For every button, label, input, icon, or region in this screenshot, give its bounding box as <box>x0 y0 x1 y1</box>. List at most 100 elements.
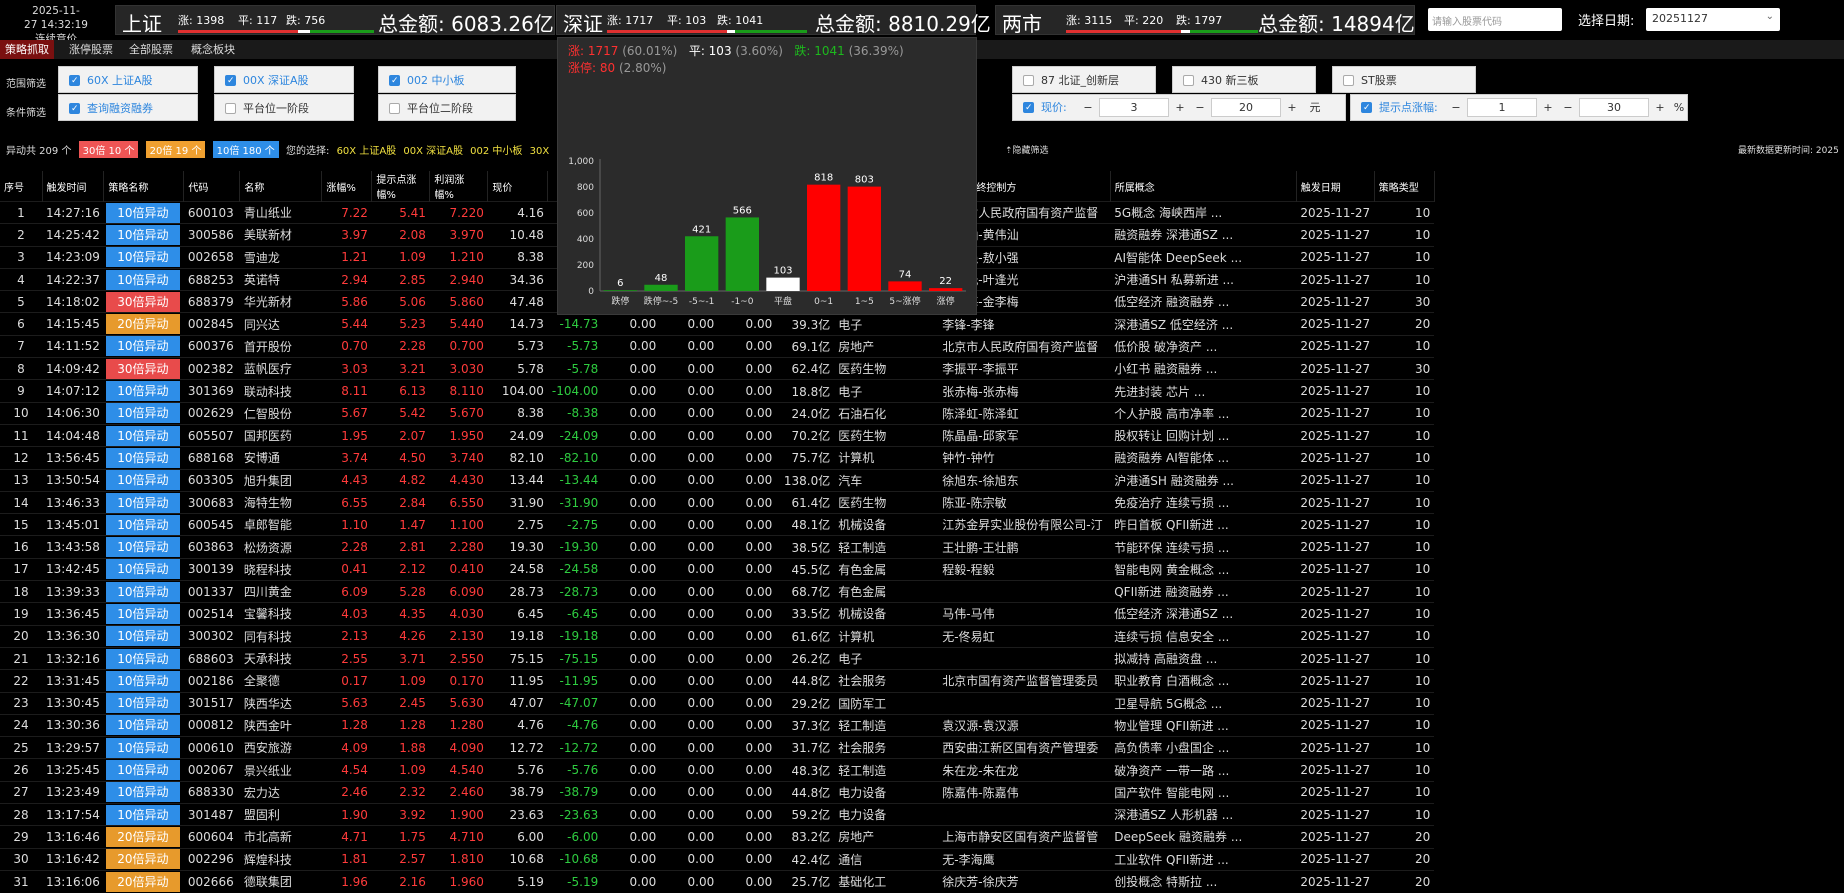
stock-name: 华光新材 <box>239 290 322 313</box>
hide-filter-toggle[interactable]: ⇡隐藏筛选 <box>1005 143 1049 156</box>
badge-30x[interactable]: 30倍 10 个 <box>78 141 139 158</box>
bar-7[interactable] <box>888 281 922 291</box>
stock-search-input[interactable]: 请输入股票代码 <box>1428 8 1562 31</box>
strategy-badge: 10倍异动 <box>105 737 180 758</box>
tab-strategy[interactable]: 策略抓取 <box>0 40 54 59</box>
table-row[interactable]: 14 13:46:33 10倍异动 300683 海特生物 6.55 2.84 6.550 31… <box>0 490 1435 514</box>
table-row[interactable]: 31 13:16:06 20倍异动 002666 德联集团 1.96 2.16 1.960 5.… <box>0 869 1435 893</box>
filter-430[interactable]: 430 新三板 <box>1172 66 1316 93</box>
selected-item: 002 中小板 <box>470 146 523 157</box>
price-checkbox[interactable]: 现价: <box>1013 94 1077 122</box>
tab-concept[interactable]: 概念板块 <box>186 40 240 59</box>
bar-3[interactable] <box>725 217 760 291</box>
hint-min-increment[interactable]: + <box>1539 95 1557 120</box>
filter-label: 平台位一阶段 <box>243 102 309 115</box>
profit-change-pct: 1.900 <box>429 803 488 826</box>
column-header[interactable]: 涨幅% <box>321 171 373 202</box>
table-row[interactable]: 16 13:43:58 10倍异动 603863 松炀资源 2.28 2.81 2.280 19… <box>0 535 1435 559</box>
column-header[interactable]: 策略类型 <box>1374 171 1435 202</box>
trigger-date: 2025-11-27 <box>1296 602 1375 626</box>
table-row[interactable]: 19 13:36:45 10倍异动 002514 宝馨科技 4.03 4.35 4.030 6.… <box>0 602 1435 626</box>
column-header[interactable]: 触发日期 <box>1296 171 1375 202</box>
stock-code: 002382 <box>183 357 240 380</box>
table-row[interactable]: 10 14:06:30 10倍异动 002629 仁智股份 5.67 5.42 5.670 8.… <box>0 401 1435 425</box>
col-c: 0.00 <box>718 869 777 893</box>
bar-2[interactable] <box>684 236 719 291</box>
price-min-increment[interactable]: + <box>1171 95 1189 120</box>
price-max-decrement[interactable]: − <box>1191 95 1209 120</box>
price-min-decrement[interactable]: − <box>1079 95 1097 120</box>
filter-platform-2[interactable]: 平台位二阶段 <box>378 94 516 121</box>
bar-0[interactable] <box>603 290 638 291</box>
price-max-increment[interactable]: + <box>1283 95 1301 120</box>
bar-6[interactable] <box>847 186 882 291</box>
hint-max-decrement[interactable]: − <box>1559 95 1577 120</box>
column-header[interactable]: 利润涨幅% <box>429 171 489 202</box>
column-header[interactable]: 触发时间 <box>42 171 105 202</box>
filter-st[interactable]: ST股票 <box>1332 66 1476 93</box>
col-a: 0.00 <box>602 513 661 536</box>
table-row[interactable]: 24 13:30:36 10倍异动 000812 陕西金叶 1.28 1.28 1.280 4.… <box>0 713 1435 737</box>
table-row[interactable]: 21 13:32:16 10倍异动 688603 天承科技 2.55 3.71 2.550 75… <box>0 646 1435 670</box>
hint-min-input[interactable]: 1 <box>1467 98 1537 117</box>
hint-change-pct: 4.82 <box>371 468 430 492</box>
table-row[interactable]: 20 13:36:30 10倍异动 300302 同有科技 2.13 4.26 2.130 19… <box>0 624 1435 648</box>
table-row[interactable]: 7 14:11:52 10倍异动 600376 首开股份 0.70 2.28 0.700 5.7… <box>0 334 1435 358</box>
strategy-name: 20倍异动 <box>103 847 184 871</box>
price-min-input[interactable]: 3 <box>1099 98 1169 117</box>
bar-8[interactable] <box>928 288 963 291</box>
filter-margin[interactable]: 查询融资融券 <box>58 94 198 123</box>
table-row[interactable]: 27 13:23:49 10倍异动 688330 宏力达 2.46 2.32 2.460 38.… <box>0 780 1435 804</box>
filter-87[interactable]: 87 北证_创新层 <box>1012 66 1156 93</box>
table-row[interactable]: 26 13:25:45 10倍异动 002067 景兴纸业 4.54 1.09 4.540 5.… <box>0 758 1435 782</box>
badge-10x[interactable]: 10倍 180 个 <box>212 141 279 158</box>
table-row[interactable]: 30 13:16:42 20倍异动 002296 辉煌科技 1.81 2.57 1.810 10… <box>0 847 1435 871</box>
bar-4[interactable] <box>766 277 800 291</box>
column-header[interactable]: 策略名称 <box>103 171 185 202</box>
column-header[interactable]: 现价 <box>487 171 549 202</box>
filter-00x[interactable]: 00X 深证A股 <box>214 66 354 95</box>
table-row[interactable]: 15 13:45:01 10倍异动 600545 卓郎智能 1.10 1.47 1.100 2.… <box>0 513 1435 536</box>
column-header[interactable]: 所属概念 <box>1110 171 1297 202</box>
column-header[interactable]: 序号 <box>0 171 43 202</box>
strategy-name: 10倍异动 <box>103 267 184 291</box>
controller: 陈泽虹-陈泽虹 <box>938 401 1111 425</box>
date-select[interactable]: 20251127 ⌄ <box>1646 8 1780 31</box>
column-header[interactable]: 提示点涨幅% <box>371 171 431 202</box>
table-row[interactable]: 8 14:09:42 30倍异动 002382 蓝帆医疗 3.03 3.21 3.030 5.7… <box>0 357 1435 380</box>
tab-limit-up[interactable]: 涨停股票 <box>64 40 118 59</box>
current-price: 13.44 <box>487 468 548 492</box>
table-row[interactable]: 18 13:39:33 10倍异动 001337 四川黄金 6.09 5.28 6.090 28… <box>0 580 1435 603</box>
table-row[interactable]: 25 13:29:57 10倍异动 000610 西安旅游 4.09 1.88 4.090 12… <box>0 736 1435 759</box>
table-row[interactable]: 9 14:07:12 10倍异动 301369 联动科技 8.11 6.13 8.110 104… <box>0 379 1435 403</box>
col-c: 0.00 <box>718 602 777 626</box>
table-row[interactable]: 6 14:15:45 20倍异动 002845 同兴达 5.44 5.23 5.440 14.7… <box>0 312 1435 336</box>
filter-60x[interactable]: 60X 上证A股 <box>58 66 198 95</box>
stock-name: 海特生物 <box>239 490 322 514</box>
price-max-input[interactable]: 20 <box>1211 98 1281 117</box>
profit-change-pct: 0.170 <box>429 669 488 693</box>
trigger-time: 13:45:01 <box>42 513 104 536</box>
hint-max-increment[interactable]: + <box>1651 95 1669 120</box>
hint-max-input[interactable]: 30 <box>1579 98 1649 117</box>
column-header[interactable]: 代码 <box>183 171 241 202</box>
table-row[interactable]: 13 13:50:54 10倍异动 603305 旭升集团 4.43 4.82 4.430 13… <box>0 468 1435 492</box>
table-row[interactable]: 17 13:42:45 10倍异动 300139 晓程科技 0.41 2.12 0.410 24… <box>0 557 1435 581</box>
table-row[interactable]: 22 13:31:45 10倍异动 002186 全聚德 0.17 1.09 0.170 11.… <box>0 669 1435 693</box>
bar-5[interactable] <box>806 184 841 291</box>
table-row[interactable]: 11 14:04:48 10倍异动 605507 国邦医药 1.95 2.07 1.950 24… <box>0 423 1435 447</box>
bar-1[interactable] <box>644 284 678 291</box>
table-row[interactable]: 12 13:56:45 10倍异动 688168 安博通 3.74 4.50 3.740 82.… <box>0 446 1435 470</box>
filter-002[interactable]: 002 中小板 <box>378 66 516 95</box>
table-row[interactable]: 23 13:30:45 10倍异动 301517 陕西华达 5.63 2.45 5.630 47… <box>0 691 1435 715</box>
change-pct: 4.71 <box>321 825 372 849</box>
hint-checkbox[interactable]: 提示点涨幅: <box>1351 94 1445 122</box>
hint-min-decrement[interactable]: − <box>1447 95 1465 120</box>
table-row[interactable]: 29 13:16:46 20倍异动 600604 市北高新 4.71 1.75 4.710 6.… <box>0 825 1435 849</box>
tab-all-stocks[interactable]: 全部股票 <box>124 40 178 59</box>
table-row[interactable]: 28 13:17:54 10倍异动 301487 盟固利 1.90 3.92 1.900 23.… <box>0 803 1435 826</box>
column-header[interactable]: 名称 <box>239 171 323 202</box>
filter-platform-1[interactable]: 平台位一阶段 <box>214 94 354 121</box>
strategy-type: 10 <box>1374 557 1435 581</box>
badge-20x[interactable]: 20倍 19 个 <box>145 141 206 158</box>
